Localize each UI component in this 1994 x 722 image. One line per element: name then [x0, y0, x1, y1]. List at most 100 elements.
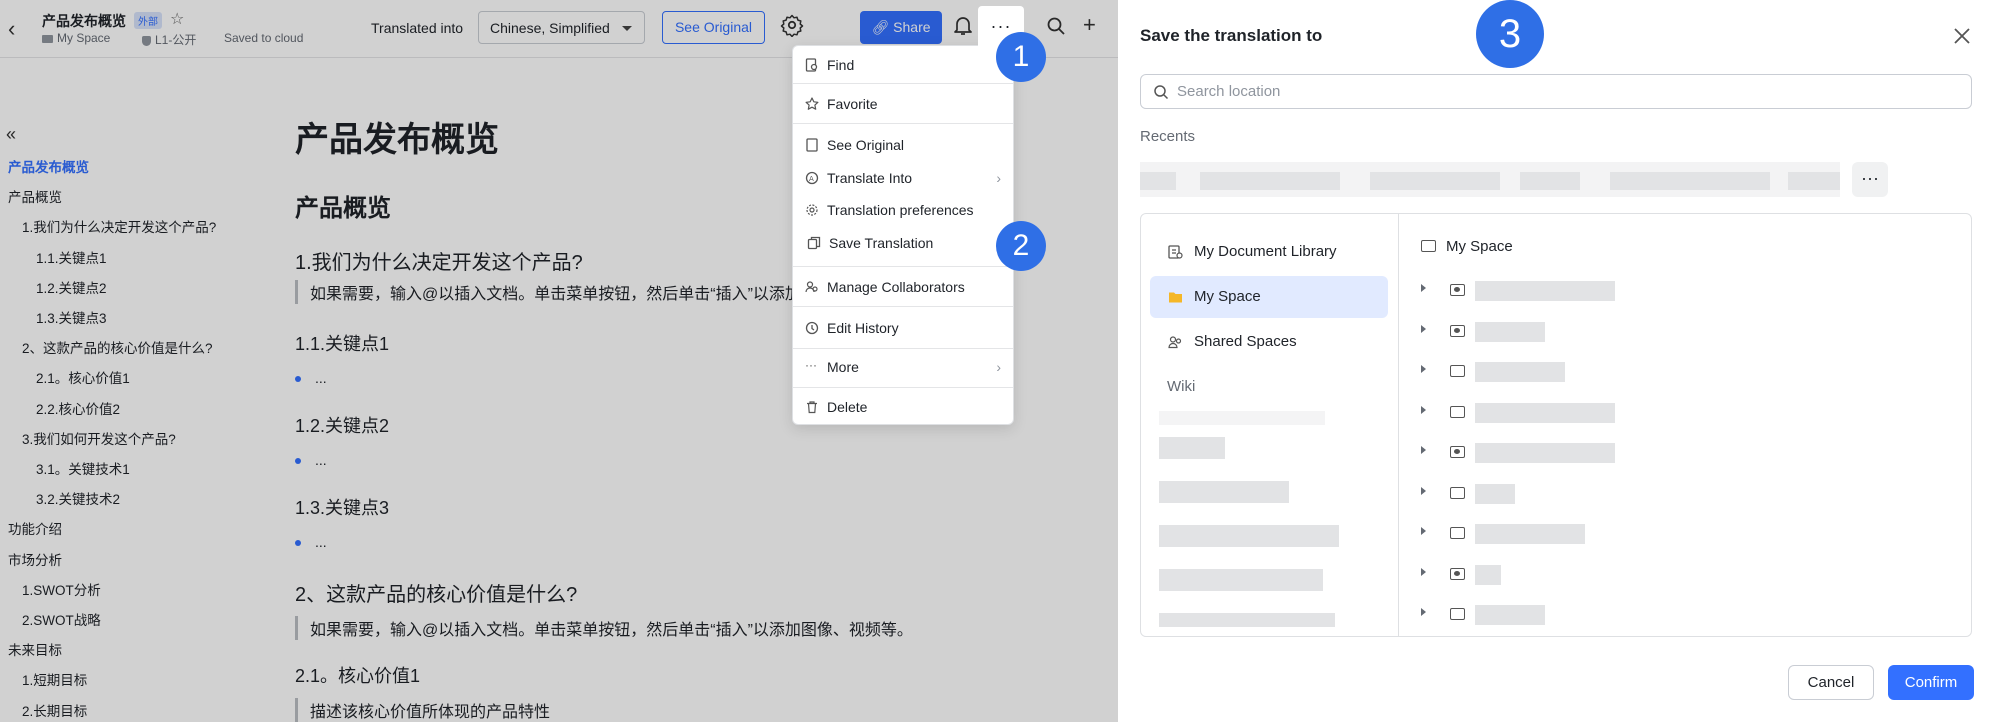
menu-label: Favorite — [827, 96, 878, 112]
expand-arrow-icon[interactable] — [1421, 284, 1426, 292]
tree-folder-row[interactable] — [1421, 600, 1821, 630]
expand-arrow-icon[interactable] — [1421, 608, 1426, 616]
expand-arrow-icon[interactable] — [1421, 365, 1426, 373]
toc-item[interactable]: 1.SWOT分析 — [22, 579, 101, 599]
tree-folder-row[interactable] — [1421, 560, 1821, 590]
toc-item[interactable]: 产品概览 — [8, 186, 62, 206]
nav-my-document-library[interactable]: My Document Library — [1150, 231, 1388, 273]
menu-divider — [793, 123, 1013, 124]
plus-icon[interactable]: + — [1083, 12, 1096, 38]
save-status: Saved to cloud — [224, 31, 304, 45]
menu-item-favorite[interactable]: Favorite — [793, 88, 1013, 120]
tree-folder-row[interactable] — [1421, 317, 1821, 347]
permission-text: L1-公开 — [155, 33, 197, 47]
expand-arrow-icon[interactable] — [1421, 446, 1426, 454]
menu-item-see-original[interactable]: See Original — [793, 129, 1013, 161]
nav-my-space[interactable]: My Space — [1150, 276, 1388, 318]
folder-icon — [1450, 608, 1465, 620]
space-breadcrumb[interactable]: My Space — [42, 31, 110, 45]
folder-icon — [1450, 405, 1465, 418]
gear-icon — [806, 204, 818, 216]
heading-keypoint-1: 1.1.关键点1 — [295, 334, 390, 354]
expand-arrow-icon[interactable] — [1421, 527, 1426, 535]
shield-icon — [142, 35, 151, 46]
tree-folder-row[interactable] — [1421, 438, 1821, 468]
menu-item-save-translation[interactable]: Save Translation — [795, 224, 1011, 262]
see-original-button[interactable]: See Original — [662, 11, 765, 44]
tree-folder-row[interactable] — [1421, 357, 1821, 387]
search-icon[interactable] — [1046, 16, 1066, 36]
menu-item-find[interactable]: Find — [793, 49, 1013, 81]
search-location-input[interactable] — [1177, 83, 1937, 100]
toc-item[interactable]: 2、这款产品的核心价值是什么? — [22, 337, 213, 357]
location-nav: My Document Library My Space Shared Spac… — [1141, 214, 1399, 636]
document-icon — [806, 138, 818, 152]
blurred-content — [1610, 172, 1770, 190]
shared-users-icon — [1168, 336, 1182, 349]
ellipsis-icon: ··· — [805, 358, 817, 372]
toc-item[interactable]: 市场分析 — [8, 549, 62, 569]
tree-folder-row[interactable] — [1421, 479, 1821, 509]
toc-item[interactable]: 2.SWOT战略 — [22, 609, 101, 629]
back-arrow-icon[interactable]: ‹ — [8, 16, 15, 42]
expand-arrow-icon[interactable] — [1421, 405, 1426, 414]
heading-keypoint-3: 1.3.关键点3 — [295, 498, 390, 518]
trash-icon — [807, 401, 817, 414]
folder-icon — [1450, 486, 1465, 499]
tree-folder-row[interactable] — [1421, 519, 1821, 549]
star-icon[interactable]: ☆ — [170, 9, 184, 29]
menu-label: More — [827, 359, 859, 375]
recents-more-button[interactable]: ··· — [1852, 162, 1888, 197]
permission-label[interactable]: L1-公开 — [142, 31, 196, 48]
blurred-content — [1159, 569, 1323, 591]
toc-item[interactable]: 功能介绍 — [8, 518, 62, 538]
doc-title: 产品发布概览 — [42, 13, 126, 29]
tree-folder-row[interactable] — [1421, 276, 1821, 306]
toc-item[interactable]: 3.1。关键技术1 — [36, 458, 130, 478]
toc-item[interactable]: 1.2.关键点2 — [36, 277, 107, 297]
star-icon — [805, 97, 819, 110]
toc-item[interactable]: 未来目标 — [8, 639, 62, 659]
menu-item-more[interactable]: ··· More › — [793, 351, 1013, 383]
menu-label: Translate Into — [827, 170, 913, 186]
recents-list[interactable] — [1140, 162, 1840, 197]
expand-arrow-icon[interactable] — [1421, 567, 1426, 576]
quote-block: 描述该核心价值所体现的产品特性 — [295, 698, 550, 722]
menu-item-manage-collaborators[interactable]: Manage Collaborators — [793, 271, 1013, 303]
cancel-button[interactable]: Cancel — [1788, 665, 1874, 700]
toc-item[interactable]: 1.短期目标 — [22, 669, 87, 689]
toc-item[interactable]: 2.长期目标 — [22, 700, 87, 720]
shared-folder-icon — [1450, 446, 1465, 458]
toc-item[interactable]: 1.我们为什么决定开发这个产品? — [22, 216, 216, 236]
bell-icon[interactable] — [954, 16, 972, 36]
toc-item[interactable]: 1.3.关键点3 — [36, 307, 107, 327]
expand-arrow-icon[interactable] — [1421, 324, 1426, 333]
nav-shared-spaces[interactable]: Shared Spaces — [1150, 321, 1388, 363]
collapse-toc-icon[interactable]: « — [6, 124, 16, 145]
toc-item[interactable]: 产品发布概览 — [8, 156, 89, 176]
toc-item[interactable]: 3.我们如何开发这个产品? — [22, 428, 176, 448]
more-menu: Find Favorite See Original A Translate I… — [792, 45, 1014, 425]
share-button[interactable]: 🔗︎ Share — [860, 11, 942, 44]
toc-item[interactable]: 2.2.核心价值2 — [36, 398, 120, 418]
menu-item-translation-preferences[interactable]: Translation preferences — [793, 194, 1013, 226]
search-location-box[interactable] — [1140, 74, 1972, 109]
tree-folder-row[interactable] — [1421, 398, 1821, 428]
space-name: My Space — [57, 31, 111, 45]
toc-item[interactable]: 1.1.关键点1 — [36, 247, 107, 267]
nav-label: Shared Spaces — [1194, 333, 1297, 350]
close-icon[interactable] — [1952, 26, 1972, 46]
toc-item[interactable]: 3.2.关键技术2 — [36, 488, 120, 508]
language-select[interactable]: Chinese, Simplified — [478, 11, 645, 44]
expand-arrow-icon[interactable] — [1421, 486, 1426, 495]
menu-item-edit-history[interactable]: Edit History — [793, 312, 1013, 344]
shared-folder-icon — [1450, 284, 1465, 296]
menu-item-delete[interactable]: Delete — [793, 391, 1013, 423]
folder-icon — [1421, 240, 1436, 252]
gear-icon[interactable] — [780, 13, 804, 37]
confirm-button[interactable]: Confirm — [1888, 665, 1974, 700]
menu-item-translate-into[interactable]: A Translate Into › — [793, 162, 1013, 194]
translate-icon: A — [805, 171, 819, 185]
toc-item[interactable]: 2.1。核心价值1 — [36, 367, 130, 387]
tree-root[interactable]: My Space — [1421, 238, 1513, 255]
